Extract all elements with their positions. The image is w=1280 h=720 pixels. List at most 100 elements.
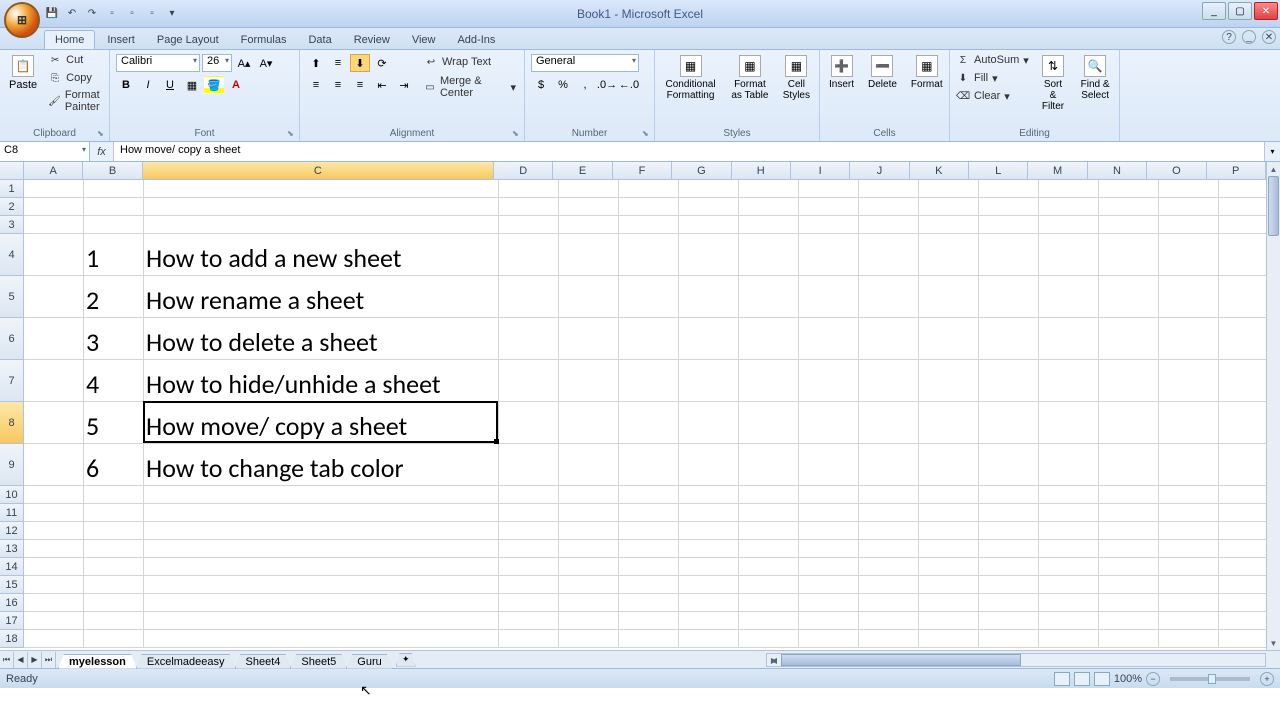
cell-M5[interactable]: [1039, 276, 1099, 318]
cell-E10[interactable]: [559, 486, 619, 504]
new-sheet-button[interactable]: ✦: [396, 653, 416, 667]
cell-L13[interactable]: [979, 540, 1039, 558]
fill-color-button[interactable]: 🪣: [204, 76, 224, 94]
align-left-icon[interactable]: ≡: [306, 76, 326, 94]
maximize-button[interactable]: ▢: [1228, 2, 1252, 20]
cell-H2[interactable]: [739, 198, 799, 216]
insert-cells-button[interactable]: ➕Insert: [824, 52, 859, 93]
zoom-out-button[interactable]: −: [1146, 672, 1160, 686]
cell-J10[interactable]: [859, 486, 919, 504]
cell-O9[interactable]: [1159, 444, 1219, 486]
cell-C10[interactable]: [144, 486, 499, 504]
qat-dropdown-icon[interactable]: ▾: [164, 6, 180, 22]
cell-B6[interactable]: 3: [84, 318, 144, 360]
cell-J18[interactable]: [859, 630, 919, 648]
cond-format-button[interactable]: ▦Conditional Formatting: [659, 52, 722, 104]
cell-L8[interactable]: [979, 402, 1039, 444]
cell-G12[interactable]: [679, 522, 739, 540]
cell-I7[interactable]: [799, 360, 859, 402]
cell-O11[interactable]: [1159, 504, 1219, 522]
cell-E15[interactable]: [559, 576, 619, 594]
cell-B14[interactable]: [84, 558, 144, 576]
hscroll-thumb[interactable]: [781, 654, 1021, 666]
cell-E2[interactable]: [559, 198, 619, 216]
cell-A9[interactable]: [24, 444, 84, 486]
cell-F13[interactable]: [619, 540, 679, 558]
cell-K10[interactable]: [919, 486, 979, 504]
cell-K13[interactable]: [919, 540, 979, 558]
scroll-up-icon[interactable]: ▲: [1267, 162, 1280, 176]
cell-M12[interactable]: [1039, 522, 1099, 540]
cell-J3[interactable]: [859, 216, 919, 234]
save-icon[interactable]: 💾: [44, 6, 60, 22]
cell-N9[interactable]: [1099, 444, 1159, 486]
cell-O2[interactable]: [1159, 198, 1219, 216]
cell-I11[interactable]: [799, 504, 859, 522]
format-painter-button[interactable]: 🖌Format Painter: [46, 88, 105, 114]
cell-H17[interactable]: [739, 612, 799, 630]
horizontal-scrollbar[interactable]: ◀ ▶: [766, 653, 1266, 667]
cell-N7[interactable]: [1099, 360, 1159, 402]
align-middle-icon[interactable]: ≡: [328, 54, 348, 72]
cell-F14[interactable]: [619, 558, 679, 576]
cell-L2[interactable]: [979, 198, 1039, 216]
cell-O18[interactable]: [1159, 630, 1219, 648]
cell-D14[interactable]: [499, 558, 559, 576]
cell-L12[interactable]: [979, 522, 1039, 540]
cell-N2[interactable]: [1099, 198, 1159, 216]
cell-N3[interactable]: [1099, 216, 1159, 234]
font-size-combo[interactable]: 26: [202, 54, 232, 72]
percent-icon[interactable]: %: [553, 76, 573, 94]
clear-button[interactable]: ⌫Clear ▾: [954, 88, 1031, 104]
cell-E11[interactable]: [559, 504, 619, 522]
tab-data[interactable]: Data: [298, 31, 341, 49]
font-launcher-icon[interactable]: ⬊: [287, 129, 297, 139]
name-box[interactable]: C8: [0, 142, 90, 161]
sheet-nav-last-icon[interactable]: ⏭: [42, 652, 56, 668]
cell-K11[interactable]: [919, 504, 979, 522]
cell-H13[interactable]: [739, 540, 799, 558]
col-header-K[interactable]: K: [910, 162, 969, 180]
row-header-14[interactable]: 14: [0, 558, 24, 576]
cell-O5[interactable]: [1159, 276, 1219, 318]
cell-H7[interactable]: [739, 360, 799, 402]
underline-button[interactable]: U: [160, 76, 180, 94]
cell-D7[interactable]: [499, 360, 559, 402]
cell-J16[interactable]: [859, 594, 919, 612]
sheet-tab-guru[interactable]: Guru: [346, 654, 392, 669]
col-header-H[interactable]: H: [732, 162, 791, 180]
cell-J11[interactable]: [859, 504, 919, 522]
vertical-scrollbar[interactable]: ▲ ▼: [1266, 162, 1280, 650]
cell-F17[interactable]: [619, 612, 679, 630]
cell-K9[interactable]: [919, 444, 979, 486]
shrink-font-icon[interactable]: A▾: [256, 54, 276, 72]
row-header-12[interactable]: 12: [0, 522, 24, 540]
cell-G5[interactable]: [679, 276, 739, 318]
cell-G6[interactable]: [679, 318, 739, 360]
cell-E14[interactable]: [559, 558, 619, 576]
cell-J4[interactable]: [859, 234, 919, 276]
align-center-icon[interactable]: ≡: [328, 76, 348, 94]
cell-F9[interactable]: [619, 444, 679, 486]
cell-A15[interactable]: [24, 576, 84, 594]
cell-A6[interactable]: [24, 318, 84, 360]
cell-H14[interactable]: [739, 558, 799, 576]
cell-H8[interactable]: [739, 402, 799, 444]
cell-L11[interactable]: [979, 504, 1039, 522]
cell-M10[interactable]: [1039, 486, 1099, 504]
cell-E12[interactable]: [559, 522, 619, 540]
cell-N4[interactable]: [1099, 234, 1159, 276]
cell-G17[interactable]: [679, 612, 739, 630]
tab-page-layout[interactable]: Page Layout: [147, 31, 229, 49]
cell-D18[interactable]: [499, 630, 559, 648]
cell-J13[interactable]: [859, 540, 919, 558]
view-normal-icon[interactable]: [1054, 672, 1070, 686]
cell-C18[interactable]: [144, 630, 499, 648]
cell-N1[interactable]: [1099, 180, 1159, 198]
cell-C7[interactable]: How to hide/unhide a sheet: [144, 360, 499, 402]
cell-K8[interactable]: [919, 402, 979, 444]
cell-A8[interactable]: [24, 402, 84, 444]
cell-A1[interactable]: [24, 180, 84, 198]
cell-K2[interactable]: [919, 198, 979, 216]
cell-C8[interactable]: How move/ copy a sheet: [144, 402, 499, 444]
